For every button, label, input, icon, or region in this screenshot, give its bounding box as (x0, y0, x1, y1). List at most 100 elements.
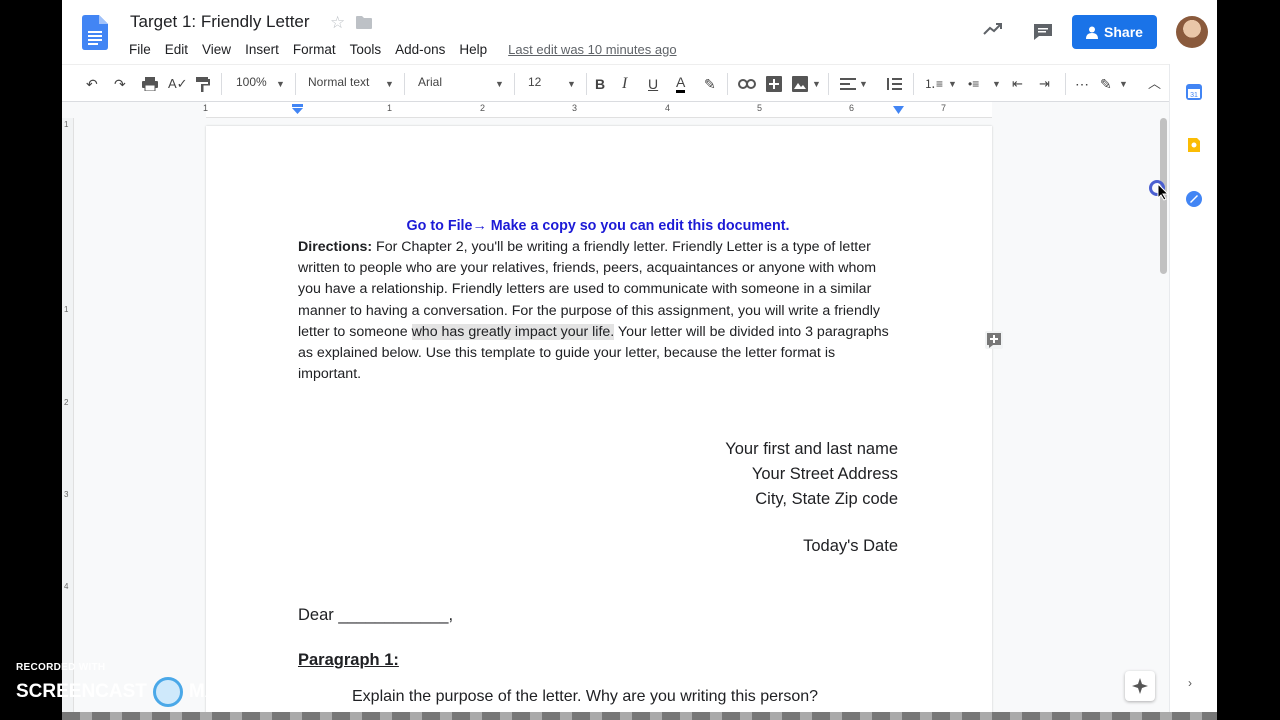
ruler-label: 1 (64, 120, 69, 129)
address-line-street: Your Street Address (751, 465, 898, 484)
ruler-label: 2 (64, 398, 69, 407)
highlight-color-icon[interactable]: ✎ (704, 74, 716, 94)
docs-logo-icon[interactable] (82, 15, 108, 50)
chevron-down-icon[interactable]: ▼ (276, 79, 285, 89)
taskbar-strip (62, 712, 1217, 720)
chevron-down-icon[interactable]: ▼ (385, 79, 394, 89)
paragraph-style-select[interactable]: Normal text (308, 75, 369, 89)
menu-file[interactable]: File (129, 42, 151, 57)
tasks-icon[interactable] (1186, 191, 1202, 207)
menu-insert[interactable]: Insert (245, 42, 279, 57)
line-spacing-icon[interactable] (886, 76, 902, 92)
toolbar-separator (1065, 73, 1066, 95)
toolbar-separator (586, 73, 587, 95)
horizontal-ruler[interactable]: 1 1 2 3 4 5 6 7 (62, 102, 1157, 118)
last-edit-link[interactable]: Last edit was 10 minutes ago (508, 42, 676, 57)
chevron-right-icon[interactable]: › (1188, 676, 1192, 690)
ruler-label: 4 (665, 103, 671, 113)
undo-icon[interactable]: ↶ (86, 74, 98, 94)
chevron-down-icon[interactable]: ▼ (495, 79, 504, 89)
share-button[interactable]: Share (1072, 15, 1157, 49)
address-block: Your first and last name Your Street Add… (298, 437, 898, 512)
document-title[interactable]: Target 1: Friendly Letter (130, 12, 310, 32)
toolbar-separator (221, 73, 222, 95)
toolbar-separator (727, 73, 728, 95)
ruler-label: 1 (203, 103, 209, 113)
chevron-down-icon[interactable]: ▼ (812, 79, 821, 89)
instruction-heading: Go to File→ Make a copy so you can edit … (406, 218, 790, 234)
header: Target 1: Friendly Letter ☆ File Edit Vi… (62, 0, 1217, 64)
bold-icon[interactable]: B (595, 74, 605, 94)
redo-icon[interactable]: ↷ (114, 74, 126, 94)
toolbar-separator (514, 73, 515, 95)
print-icon[interactable] (142, 77, 158, 91)
keep-icon[interactable] (1186, 137, 1202, 153)
numbered-list-icon[interactable]: ⒈≡ (924, 74, 943, 94)
calendar-icon[interactable]: 31 (1186, 84, 1202, 100)
chevron-down-icon[interactable]: ▼ (948, 79, 957, 89)
ruler-label: 1 (387, 103, 393, 113)
toolbar-separator (295, 73, 296, 95)
zoom-select[interactable]: 100% (236, 75, 267, 89)
ruler-label: 3 (572, 103, 578, 113)
folder-icon[interactable] (356, 16, 372, 29)
avatar[interactable] (1176, 16, 1208, 48)
comment-history-icon[interactable] (1033, 23, 1053, 41)
share-label: Share (1104, 24, 1143, 40)
insert-comment-icon[interactable] (766, 76, 782, 92)
text-color-icon[interactable]: A (676, 74, 686, 93)
ruler-label: 7 (941, 103, 947, 113)
decrease-indent-icon[interactable]: ⇤ (1012, 74, 1023, 94)
paragraph-1-instructions: Explain the purpose of the letter. Why a… (352, 688, 819, 706)
side-panel: 31 › (1169, 64, 1217, 720)
activity-trend-icon[interactable] (983, 22, 1003, 36)
google-docs-window: Target 1: Friendly Letter ☆ File Edit Vi… (62, 0, 1217, 720)
person-icon (1086, 26, 1099, 39)
underline-icon[interactable]: U (648, 74, 658, 94)
font-select[interactable]: Arial (418, 75, 442, 89)
toolbar: ↶ ↷ A✓ 100% ▼ Normal text ▼ Arial ▼ 12 ▼… (62, 64, 1169, 102)
menu-edit[interactable]: Edit (165, 42, 188, 57)
document-body[interactable]: Go to File→ Make a copy so you can edit … (298, 216, 898, 706)
add-comment-icon[interactable] (985, 331, 1003, 349)
more-options-icon[interactable]: ⋯ (1075, 74, 1089, 94)
vertical-scrollbar[interactable] (1157, 118, 1169, 720)
menu-view[interactable]: View (202, 42, 231, 57)
menu-format[interactable]: Format (293, 42, 336, 57)
left-indent-marker-icon[interactable] (292, 104, 303, 114)
chevron-down-icon[interactable]: ▼ (859, 79, 868, 89)
align-left-icon[interactable] (840, 78, 856, 90)
menu-add-ons[interactable]: Add-ons (395, 42, 445, 57)
highlighted-text: who has greatly impact your life. (411, 323, 615, 340)
paint-format-icon[interactable] (196, 77, 210, 92)
document-page[interactable]: Go to File→ Make a copy so you can edit … (206, 126, 992, 720)
ruler-label: 1 (64, 305, 69, 314)
directions-label: Directions: (298, 239, 373, 255)
collapse-menus-icon[interactable]: ︿ (1148, 74, 1161, 94)
watermark-right-text: MATIC (188, 681, 248, 702)
editing-mode-icon[interactable]: ✎ (1100, 74, 1112, 94)
menu-help[interactable]: Help (459, 42, 487, 57)
svg-text:31: 31 (1190, 92, 1198, 99)
spellcheck-icon[interactable]: A✓ (168, 74, 188, 94)
star-icon[interactable]: ☆ (330, 13, 345, 33)
vertical-ruler[interactable]: 1 1 2 3 4 (62, 118, 74, 720)
screencast-watermark: RECORDED WITH SCREENCAST MATIC (16, 662, 248, 707)
date-line: Today's Date (803, 537, 898, 556)
insert-image-icon[interactable] (792, 76, 808, 92)
menu-tools[interactable]: Tools (350, 42, 382, 57)
font-size-select[interactable]: 12 (528, 75, 541, 89)
chevron-down-icon[interactable]: ▼ (1119, 79, 1128, 89)
watermark-brand: SCREENCAST MATIC (16, 677, 248, 707)
explore-button[interactable] (1125, 671, 1155, 701)
italic-icon[interactable]: I (622, 74, 627, 94)
chevron-down-icon[interactable]: ▼ (992, 79, 1001, 89)
chevron-down-icon[interactable]: ▼ (567, 79, 576, 89)
bulleted-list-icon[interactable]: •≡ (968, 74, 979, 94)
watermark-top-text: RECORDED WITH (16, 662, 106, 673)
ruler-page-area (206, 102, 992, 118)
address-line-name: Your first and last name (725, 440, 898, 459)
link-icon[interactable] (738, 79, 756, 89)
right-indent-marker-icon[interactable] (893, 106, 904, 114)
increase-indent-icon[interactable]: ⇥ (1039, 74, 1050, 94)
